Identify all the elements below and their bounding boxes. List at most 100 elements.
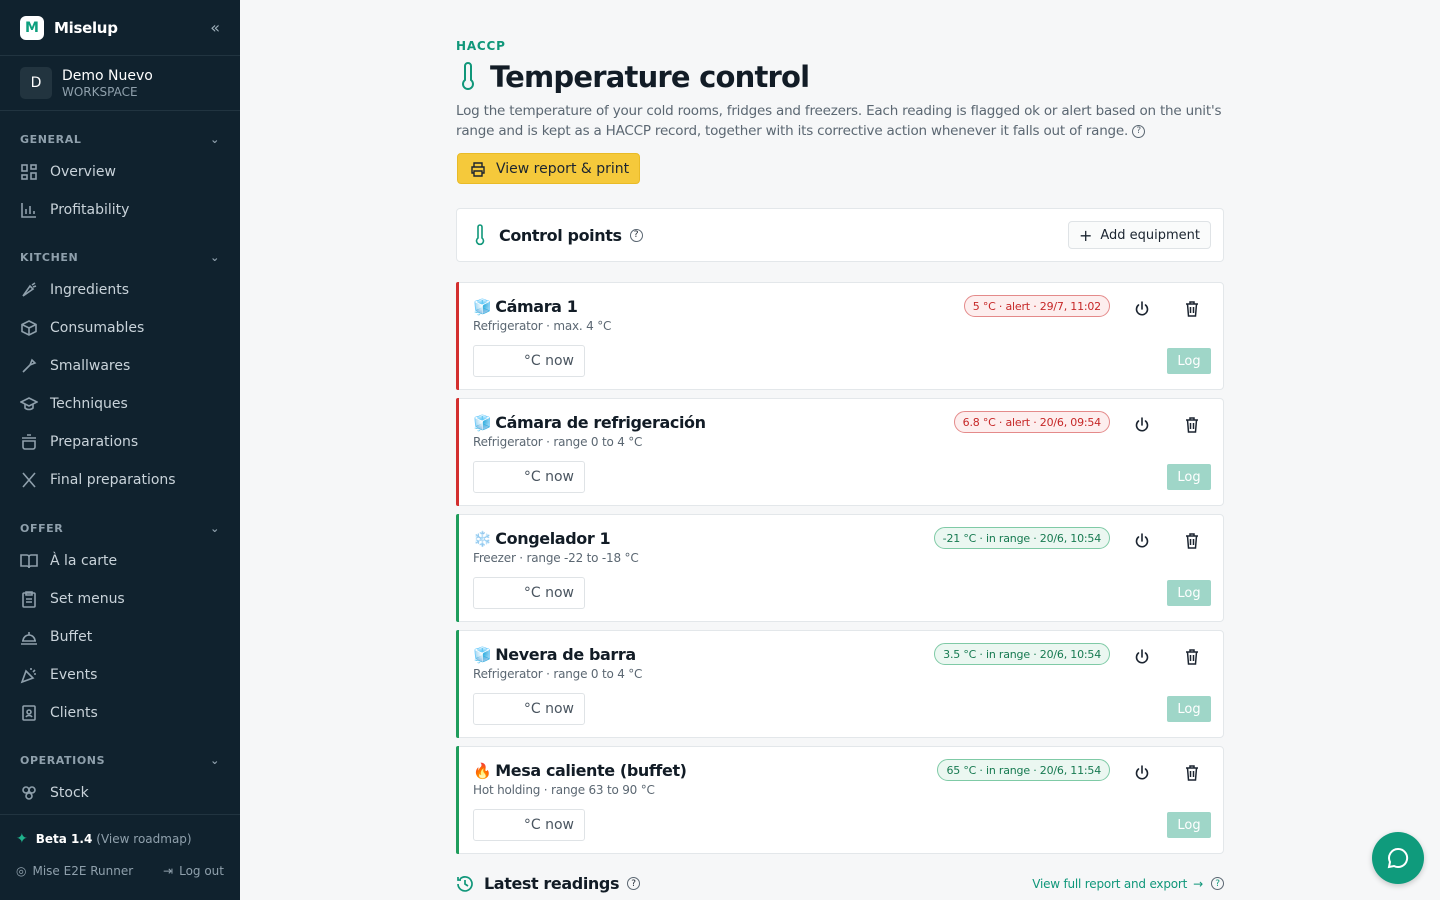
sidebar-item-buffet[interactable]: Buffet <box>20 618 220 656</box>
clipboard-icon <box>22 591 36 608</box>
equipment-name: Nevera de barra <box>495 645 636 664</box>
beta-row[interactable]: ✦ Beta 1.4 (View roadmap) <box>16 831 224 847</box>
temperature-input[interactable]: °C now <box>473 809 585 841</box>
equipment-title: 🧊 Nevera de barra <box>473 645 636 664</box>
temperature-field[interactable] <box>474 346 524 376</box>
help-icon[interactable]: ? <box>1132 124 1146 138</box>
sidebar-item-stock[interactable]: Stock <box>20 774 220 812</box>
collapse-sidebar-icon[interactable]: « <box>210 18 220 37</box>
sparkle-icon: ✦ <box>16 831 28 847</box>
equipment-card: 🧊 Nevera de barra Refrigerator · range 0… <box>456 630 1224 738</box>
section-toggle-offer[interactable]: OFFER ⌄ <box>20 514 220 542</box>
chat-button[interactable] <box>1372 832 1424 884</box>
temperature-input[interactable]: °C now <box>473 345 585 377</box>
trash-icon[interactable] <box>1184 764 1200 782</box>
status-badge: 5 °C · alert · 29/7, 11:02 <box>963 295 1110 317</box>
status-accent-bar <box>456 282 459 390</box>
sidebar-item-overview[interactable]: Overview <box>20 153 220 191</box>
logout-button[interactable]: ⇥ Log out <box>163 864 224 878</box>
nav-section-operations: OPERATIONS ⌄ Stock <box>0 746 240 812</box>
log-reading-button[interactable]: Log <box>1167 580 1211 606</box>
power-icon[interactable] <box>1134 532 1150 550</box>
sidebar-item-preparations[interactable]: Preparations <box>20 423 220 461</box>
temperature-suffix: °C now <box>523 701 574 717</box>
trash-icon[interactable] <box>1184 648 1200 666</box>
bar-chart-icon <box>21 203 36 218</box>
sidebar-item-clients[interactable]: Clients <box>20 694 220 732</box>
carrot-icon <box>22 282 37 297</box>
power-icon[interactable] <box>1134 416 1150 434</box>
sidebar-item-set-menus[interactable]: Set menus <box>20 580 220 618</box>
sidebar-item-events[interactable]: Events <box>20 656 220 694</box>
graduation-cap-icon <box>20 397 38 411</box>
temperature-field[interactable] <box>474 694 524 724</box>
sidebar-item-final-preparations[interactable]: Final preparations <box>20 461 220 499</box>
sidebar-item-smallwares[interactable]: Smallwares <box>20 347 220 385</box>
equipment-card: 🧊 Cámara 1 Refrigerator · max. 4 °C 5 °C… <box>456 282 1224 390</box>
temperature-field[interactable] <box>474 578 524 608</box>
equipment-title: 🧊 Cámara 1 <box>473 297 578 316</box>
log-reading-button[interactable]: Log <box>1167 696 1211 722</box>
equipment-card: 🔥 Mesa caliente (buffet) Hot holding · r… <box>456 746 1224 854</box>
add-equipment-button[interactable]: + Add equipment <box>1067 221 1211 249</box>
trash-icon[interactable] <box>1184 300 1200 318</box>
section-toggle-kitchen[interactable]: KITCHEN ⌄ <box>20 243 220 271</box>
sidebar-item-label: Stock <box>50 785 89 801</box>
sidebar-item-a-la-carte[interactable]: À la carte <box>20 542 220 580</box>
temperature-field[interactable] <box>474 462 524 492</box>
history-icon <box>457 875 473 892</box>
sidebar-item-label: Overview <box>50 164 116 180</box>
trash-icon[interactable] <box>1184 416 1200 434</box>
help-icon[interactable]: ? <box>1211 877 1224 890</box>
brand-logo: M <box>20 15 44 40</box>
user-row: ◎ Mise E2E Runner ⇥ Log out <box>16 864 224 878</box>
user-icon: ◎ <box>16 864 27 878</box>
workspace-avatar: D <box>20 67 52 99</box>
power-icon[interactable] <box>1134 648 1150 666</box>
power-icon[interactable] <box>1134 764 1150 782</box>
help-icon[interactable]: ? <box>627 877 641 890</box>
section-toggle-operations[interactable]: OPERATIONS ⌄ <box>20 746 220 774</box>
power-icon[interactable] <box>1134 300 1150 318</box>
temperature-input[interactable]: °C now <box>473 461 585 493</box>
section-toggle-general[interactable]: GENERAL ⌄ <box>20 125 220 153</box>
temperature-input[interactable]: °C now <box>473 577 585 609</box>
sidebar-item-label: Clients <box>50 705 98 721</box>
log-reading-button[interactable]: Log <box>1167 348 1211 374</box>
log-reading-button[interactable]: Log <box>1167 464 1211 490</box>
view-report-label: View report & print <box>496 160 630 177</box>
pot-icon <box>22 434 36 450</box>
sidebar-item-techniques[interactable]: Techniques <box>20 385 220 423</box>
control-points-title: Control points <box>499 225 622 245</box>
status-accent-bar <box>456 746 459 854</box>
sidebar-item-ingredients[interactable]: Ingredients <box>20 271 220 309</box>
status-accent-bar <box>456 514 459 622</box>
thermometer-icon <box>475 224 485 246</box>
sidebar-item-profitability[interactable]: Profitability <box>20 191 220 229</box>
section-title: OPERATIONS <box>20 753 106 767</box>
brand-name: Miselup <box>54 18 118 37</box>
temperature-suffix: °C now <box>523 353 574 369</box>
control-points-panel: Control points ? + Add equipment <box>456 208 1224 262</box>
roadmap-link[interactable]: (View roadmap) <box>96 832 191 846</box>
equipment-title: 🔥 Mesa caliente (buffet) <box>473 761 687 780</box>
workspace-switcher[interactable]: D Demo Nuevo WORKSPACE <box>0 56 240 111</box>
sidebar-item-label: Smallwares <box>50 358 131 374</box>
book-open-icon <box>20 554 38 569</box>
trash-icon[interactable] <box>1184 532 1200 550</box>
help-icon[interactable]: ? <box>629 228 643 242</box>
sidebar-item-consumables[interactable]: Consumables <box>20 309 220 347</box>
sidebar-item-label: Ingredients <box>50 282 129 298</box>
workspace-name: Demo Nuevo <box>62 67 153 84</box>
equipment-name: Mesa caliente (buffet) <box>495 761 687 780</box>
equipment-type-icon: 🔥 <box>473 761 492 780</box>
party-icon <box>20 668 36 684</box>
log-reading-button[interactable]: Log <box>1167 812 1211 838</box>
logout-icon: ⇥ <box>163 864 174 878</box>
view-full-report-link[interactable]: View full report and export → ? <box>1032 877 1224 891</box>
equipment-card: 🧊 Cámara de refrigeración Refrigerator ·… <box>456 398 1224 506</box>
view-report-button[interactable]: View report & print <box>457 153 641 184</box>
temperature-field[interactable] <box>474 810 524 840</box>
temperature-input[interactable]: °C now <box>473 693 585 725</box>
temperature-suffix: °C now <box>523 469 574 485</box>
